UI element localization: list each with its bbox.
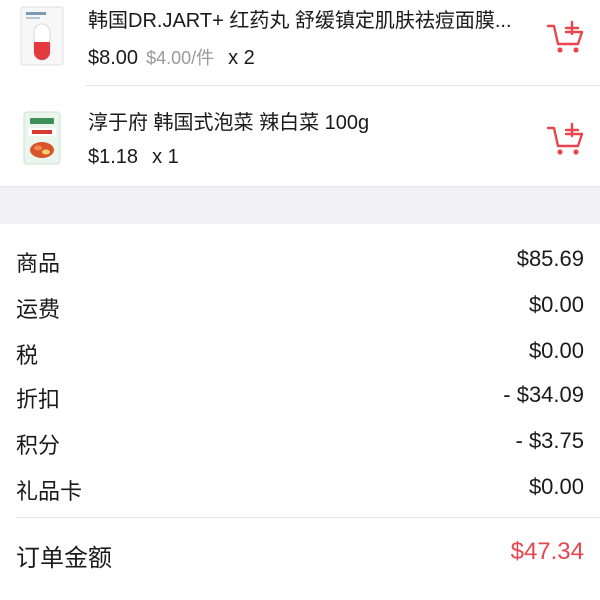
tax-value: $0.00 <box>528 338 584 363</box>
kimchi-product-icon[interactable] <box>20 108 64 168</box>
goods-label: 商品 <box>16 251 61 276</box>
section-gap <box>0 186 600 224</box>
item-quantity: x 1 <box>152 146 179 168</box>
giftcard-value: $0.00 <box>528 474 584 499</box>
summary-row-discount: 折扣 - $34.09 <box>0 374 600 414</box>
list-item[interactable] <box>0 86 600 186</box>
shipping-label: 运费 <box>16 297 61 322</box>
summary-divider <box>16 517 600 518</box>
goods-value: $85.69 <box>516 246 584 271</box>
item-price: $1.18 <box>88 146 139 168</box>
order-total-value: $47.34 <box>510 538 584 565</box>
add-to-cart-icon[interactable] <box>546 20 586 56</box>
order-total-label: 订单金额 <box>16 545 112 572</box>
add-to-cart-icon[interactable] <box>546 122 586 158</box>
item-price: $8.00 <box>88 47 139 69</box>
item-title[interactable]: 韩国DR.JART+ 红药丸 舒缓镇定肌肤祛痘面膜... <box>88 4 512 33</box>
summary-row-shipping: 运费 $0.00 <box>0 284 600 324</box>
item-price-row: $1.18 x 1 <box>88 146 179 169</box>
item-quantity: x 2 <box>228 47 255 69</box>
tax-label: 税 <box>16 343 39 368</box>
summary-row-goods: 商品 $85.69 <box>0 238 600 278</box>
order-total-row: 订单金额 $47.34 <box>0 528 600 578</box>
summary-row-tax: 税 $0.00 <box>0 330 600 370</box>
order-items-list: 韩国DR.JART+ 红药丸 舒缓镇定肌肤祛痘面膜... $8.00 $4.00/… <box>0 0 600 186</box>
item-title[interactable]: 淳于府 韩国式泡菜 辣白菜 100g <box>88 106 369 135</box>
list-item[interactable]: 韩国DR.JART+ 红药丸 舒缓镇定肌肤祛痘面膜... $8.00 $4.00/… <box>0 0 600 86</box>
summary-row-giftcard: 礼品卡 $0.00 <box>0 466 600 506</box>
giftcard-label: 礼品卡 <box>16 479 83 504</box>
item-price-row: $8.00 $4.00/件 x 2 <box>88 44 255 70</box>
points-label: 积分 <box>16 433 61 458</box>
shipping-value: $0.00 <box>528 292 584 317</box>
face-mask-product-icon[interactable] <box>20 6 64 66</box>
summary-row-points: 积分 - $3.75 <box>0 420 600 460</box>
item-unit-price: $4.00/件 <box>146 48 215 68</box>
discount-label: 折扣 <box>16 387 61 412</box>
points-value: - $3.75 <box>515 428 585 453</box>
discount-value: - $34.09 <box>503 382 584 407</box>
